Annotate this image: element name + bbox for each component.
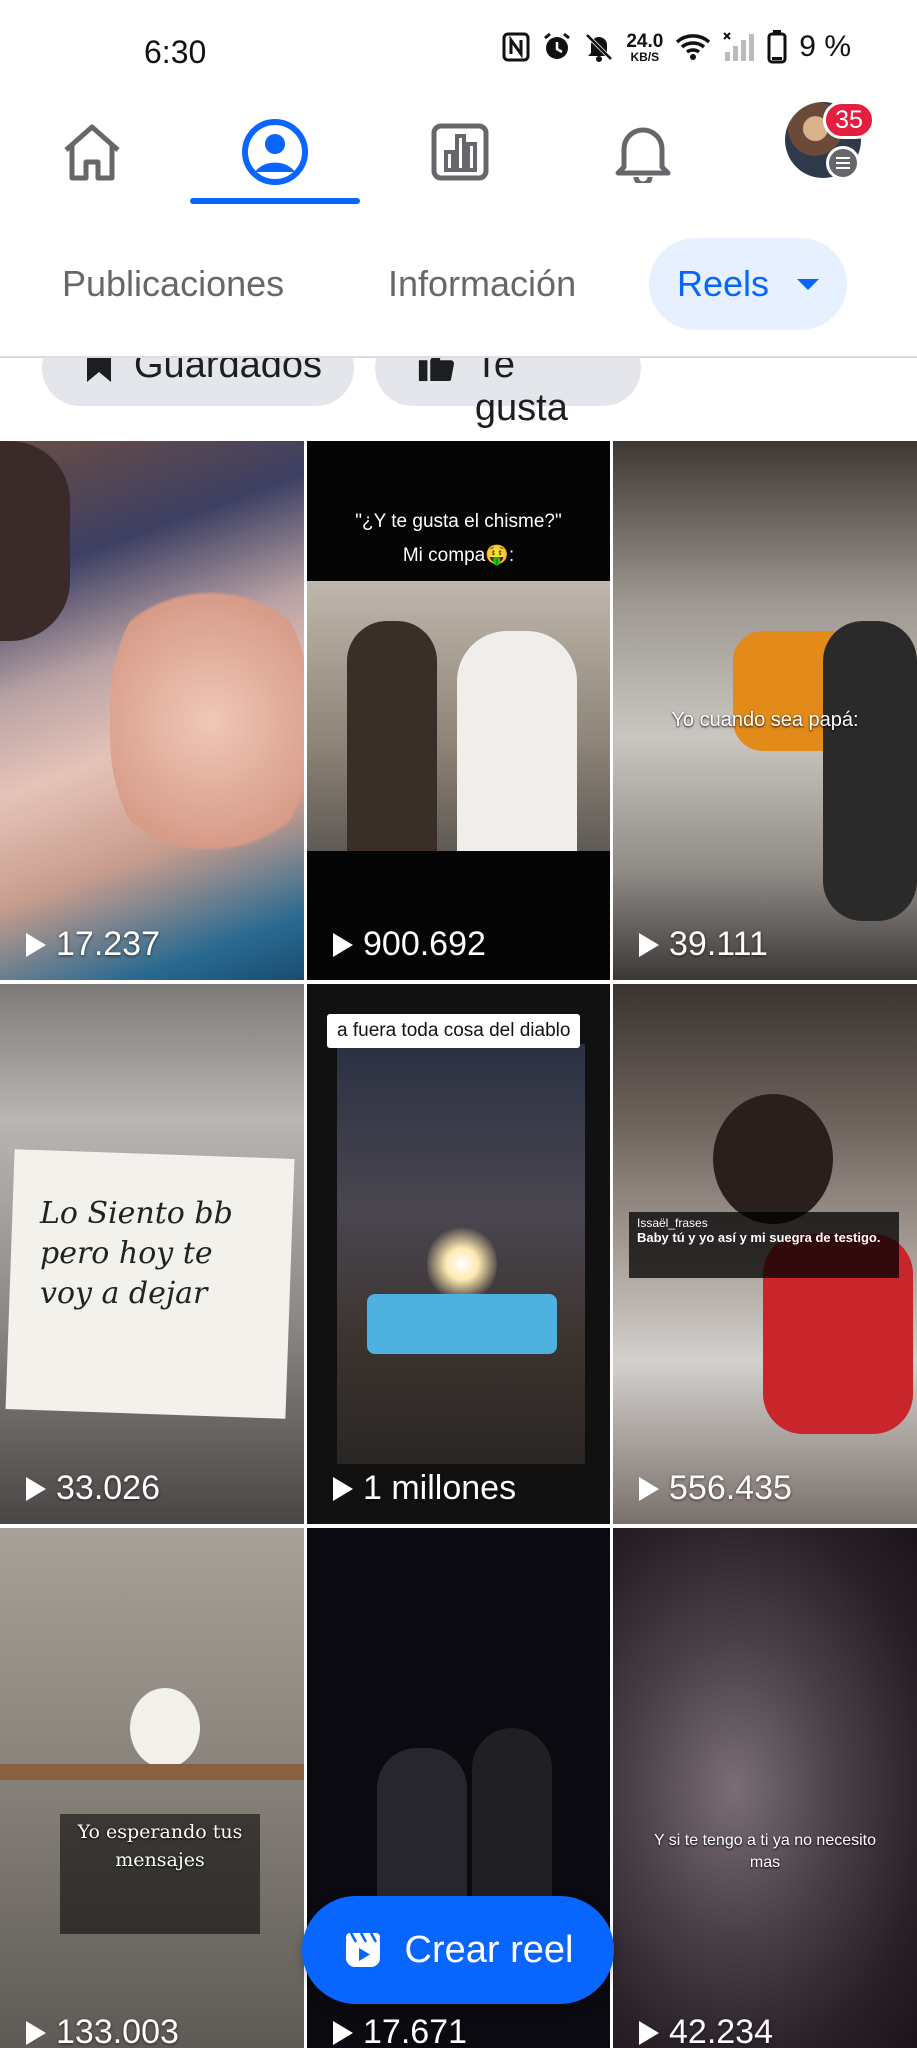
reels-grid: 17.237 "¿Y te gusta el chisme?" Mi compa…: [0, 441, 917, 2048]
reel-caption: a fuera toda cosa del diablo: [327, 1014, 581, 1048]
battery-level: 9 %: [799, 30, 851, 63]
tab-info[interactable]: Información: [388, 238, 576, 330]
thumbnail-art: [0, 1764, 304, 1780]
thumbnail-art: [307, 581, 610, 851]
tab-reels-label: Reels: [676, 263, 770, 304]
reel-tile[interactable]: Yo cuando sea papá: 39.111: [613, 441, 917, 980]
reel-views: 133.003: [26, 2013, 179, 2048]
play-icon: [639, 932, 659, 957]
reel-caption: Yo esperando tus mensajes: [77, 1821, 243, 1871]
play-icon: [333, 2020, 353, 2045]
thumbnail-art: [823, 621, 917, 921]
profile-icon: [242, 119, 308, 185]
top-nav: [0, 100, 917, 206]
status-time: 6:30: [144, 34, 207, 70]
play-icon: [333, 1476, 353, 1501]
signal-icon: [723, 32, 755, 61]
thumbnail-art: [713, 1094, 833, 1224]
create-reel-button[interactable]: Crear reel: [302, 1896, 614, 2004]
nav-profile[interactable]: [190, 100, 360, 204]
reel-tile[interactable]: Yo esperando tus mensajes 133.003: [0, 1528, 304, 2048]
thumbnail-art: [110, 571, 304, 871]
home-icon: [64, 124, 120, 181]
bell-icon: [615, 127, 671, 183]
mute-icon: [585, 33, 613, 62]
chevron-down-icon: [797, 278, 820, 290]
reel-tile[interactable]: 17.237: [0, 441, 304, 980]
reel-views: 900.692: [333, 925, 486, 964]
notification-badge: 35: [823, 101, 875, 139]
nav-home[interactable]: [40, 100, 144, 204]
tab-reels[interactable]: Reels: [649, 238, 847, 330]
status-bar: 6:30 24.0 KB/S 9 %: [0, 0, 917, 100]
play-icon: [639, 1476, 659, 1501]
play-icon: [26, 2020, 46, 2045]
thumbnail-art: [337, 1044, 585, 1464]
reel-views: 556.435: [639, 1469, 792, 1508]
reel-caption: Lo Siento bb pero hoy te voy a dejar: [40, 1196, 233, 1311]
reels-icon: [345, 1932, 380, 1967]
nav-notifications[interactable]: [593, 100, 693, 204]
reel-caption: "¿Y te gusta el chisme?" Mi compa🤑:: [355, 511, 562, 566]
reel-views: 17.671: [333, 2013, 467, 2048]
thumbnail-art: [130, 1688, 200, 1768]
reel-caption: Yo cuando sea papá:: [671, 709, 859, 731]
status-icons: 24.0 KB/S 9 %: [502, 30, 851, 64]
tab-posts[interactable]: Publicaciones: [62, 238, 284, 330]
nfc-icon: [502, 32, 530, 62]
menu-icon: [826, 146, 860, 180]
reel-views: 42.234: [639, 2013, 773, 2048]
reel-views: 17.237: [26, 925, 160, 964]
reel-tile[interactable]: Y si te tengo a ti ya no necesito mas 42…: [613, 1528, 917, 2048]
play-icon: [639, 2020, 659, 2045]
reel-caption: Issaël_frases Baby tú y yo así y mi sueg…: [629, 1212, 899, 1278]
reel-tile[interactable]: "¿Y te gusta el chisme?" Mi compa🤑: 900.…: [307, 441, 610, 980]
profile-tabs: Publicaciones Información Reels: [0, 204, 917, 358]
thumbnail-art: [0, 441, 70, 641]
reel-tile[interactable]: Issaël_frases Baby tú y yo así y mi sueg…: [613, 984, 917, 1524]
alarm-icon: [544, 32, 571, 59]
reel-caption: Y si te tengo a ti ya no necesito mas: [653, 1832, 877, 1871]
play-icon: [333, 932, 353, 957]
play-icon: [26, 932, 46, 957]
nav-feeds[interactable]: [410, 100, 510, 204]
wifi-icon: [676, 34, 711, 60]
create-reel-label: Crear reel: [404, 1928, 574, 1971]
feeds-icon: [431, 123, 489, 181]
net-speed: 24.0 KB/S: [626, 30, 664, 64]
reel-tile[interactable]: a fuera toda cosa del diablo 1 millones: [307, 984, 610, 1524]
reel-tile[interactable]: Lo Siento bb pero hoy te voy a dejar 33.…: [0, 984, 304, 1524]
reel-views: 39.111: [639, 925, 768, 964]
battery-icon: [767, 30, 787, 64]
play-icon: [26, 1476, 46, 1501]
reel-views: 1 millones: [333, 1469, 516, 1508]
reel-views: 33.026: [26, 1469, 160, 1508]
